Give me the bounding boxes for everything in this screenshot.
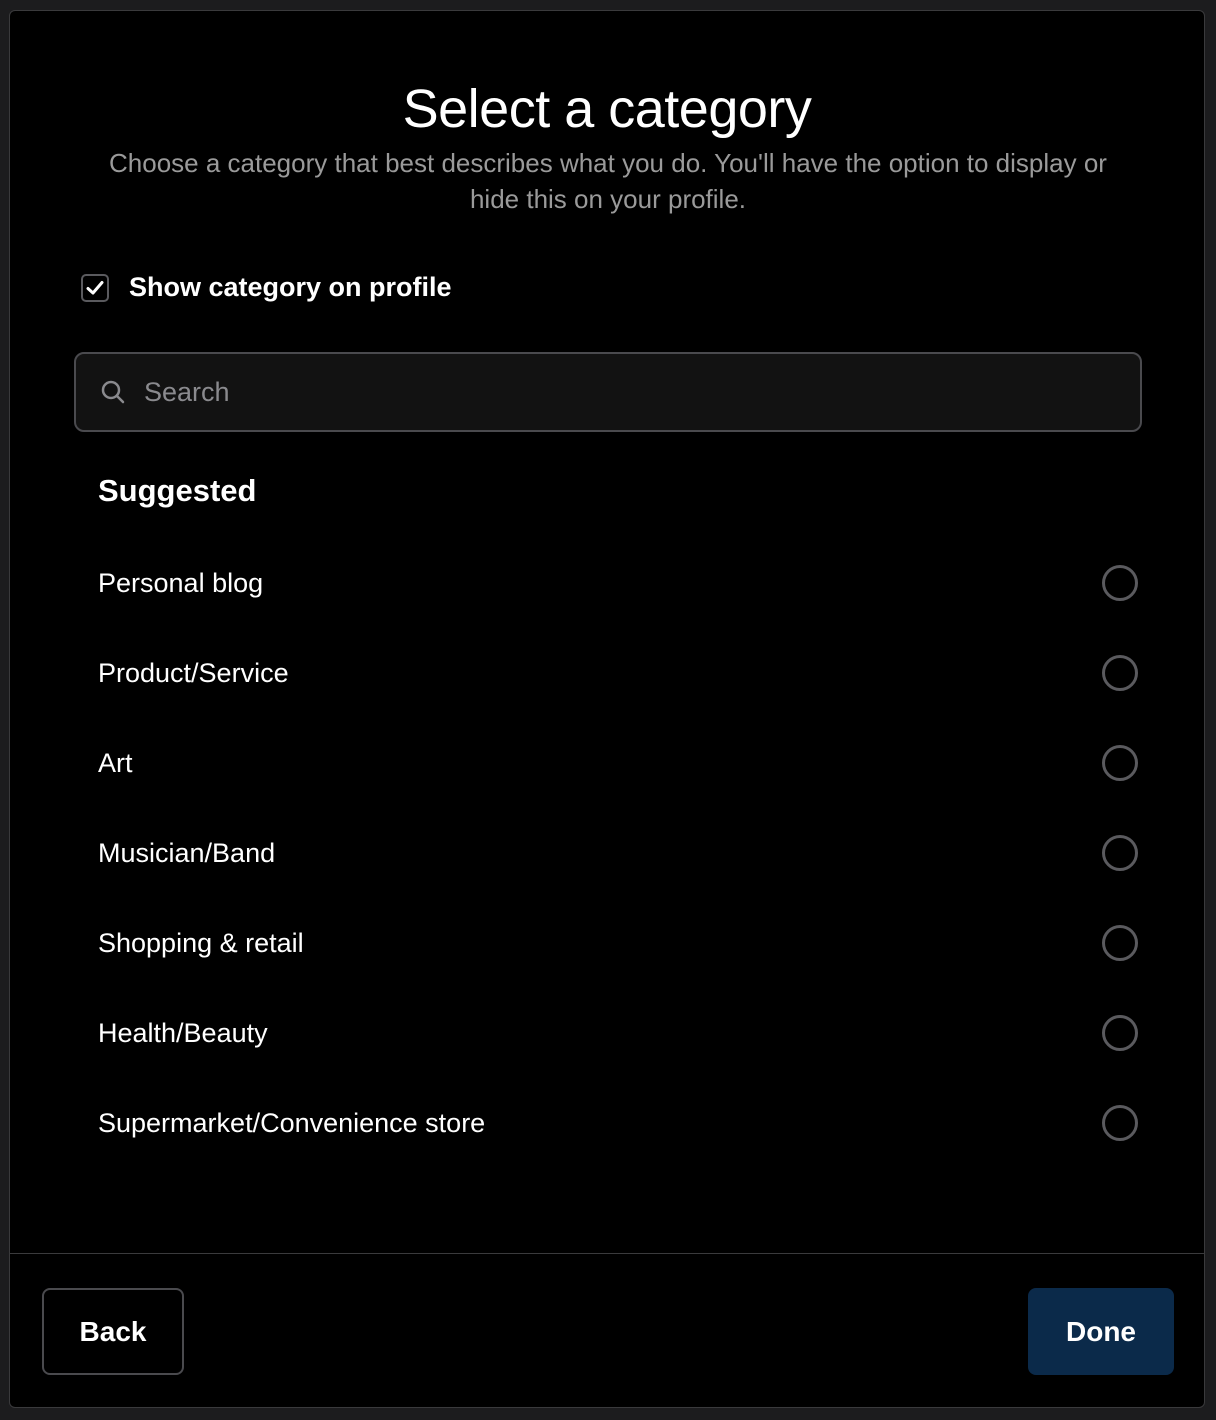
radio-button[interactable] [1102,565,1138,601]
category-label: Health/Beauty [98,1017,268,1048]
radio-button[interactable] [1102,745,1138,781]
radio-button[interactable] [1102,925,1138,961]
category-label: Shopping & retail [98,927,304,958]
footer-divider [10,1253,1204,1254]
category-option-personal-blog[interactable]: Personal blog [98,538,1138,628]
done-button[interactable]: Done [1028,1288,1174,1375]
checkmark-icon [86,280,104,294]
show-category-checkbox[interactable] [81,273,109,302]
show-category-toggle[interactable]: Show category on profile [81,272,452,303]
category-dialog: Select a category Choose a category that… [9,10,1205,1408]
dialog-subtitle: Choose a category that best describes wh… [109,148,1107,214]
dialog-title: Select a category [402,79,812,139]
radio-button[interactable] [1102,655,1138,691]
radio-button[interactable] [1102,1105,1138,1141]
category-list: Personal blog Product/Service Art Musici… [98,538,1138,1168]
search-box[interactable] [74,352,1142,432]
category-option-art[interactable]: Art [98,718,1138,808]
category-label: Art [98,747,133,778]
category-label: Product/Service [98,657,289,688]
suggested-heading: Suggested [98,473,257,508]
category-label: Personal blog [98,567,264,598]
category-option-product-service[interactable]: Product/Service [98,628,1138,718]
radio-button[interactable] [1102,1015,1138,1051]
category-label: Supermarket/Convenience store [98,1107,486,1138]
category-option-health-beauty[interactable]: Health/Beauty [98,988,1138,1078]
category-option-musician-band[interactable]: Musician/Band [98,808,1138,898]
back-button[interactable]: Back [42,1288,184,1375]
category-option-shopping-retail[interactable]: Shopping & retail [98,898,1138,988]
radio-button[interactable] [1102,835,1138,871]
search-input[interactable] [142,361,1140,423]
category-label: Musician/Band [98,837,276,868]
show-category-label: Show category on profile [129,272,452,302]
search-icon [98,377,128,407]
category-option-supermarket[interactable]: Supermarket/Convenience store [98,1078,1138,1168]
